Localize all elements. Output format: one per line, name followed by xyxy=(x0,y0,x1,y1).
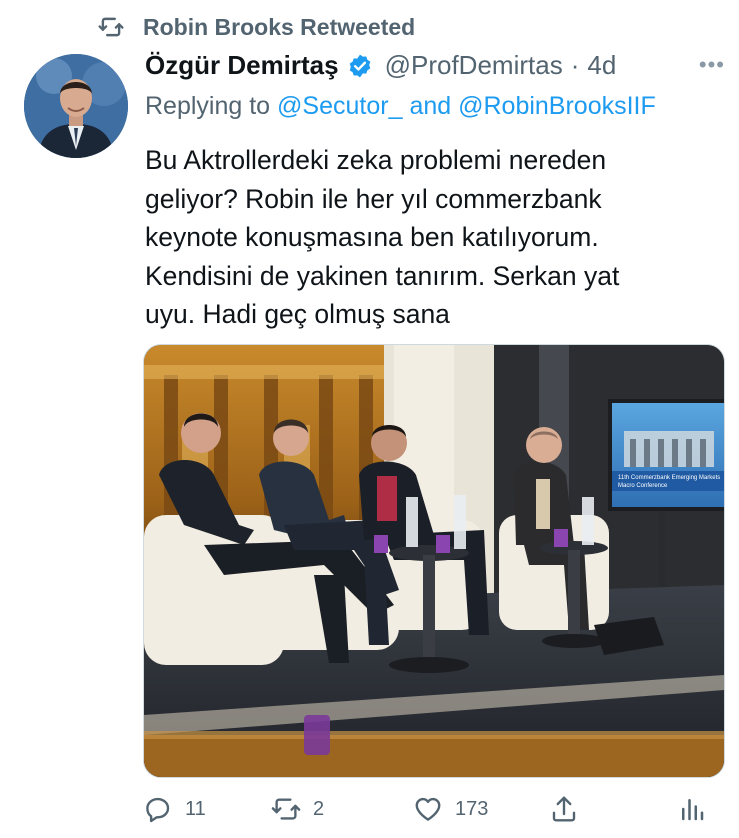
reply-button[interactable]: 11 xyxy=(143,789,206,829)
tweet-text-line: uyu. Hadi geç olmuş sana xyxy=(145,299,450,329)
tweet-text: Bu Aktrollerdeki zeka problemi nereden g… xyxy=(145,141,705,334)
tweet-text-line: keynote konuşmasına ben katılıyorum. xyxy=(145,222,599,252)
separator-dot: · xyxy=(570,50,580,80)
replying-user-link[interactable]: @Secutor_ xyxy=(277,92,402,120)
share-icon xyxy=(552,796,576,822)
retweet-icon xyxy=(98,17,124,37)
screen-title: 11th Commerzbank Emerging Markets xyxy=(618,475,720,481)
reply-icon xyxy=(146,797,170,823)
tweet-actions: 11 2 173 xyxy=(143,789,713,829)
analytics-icon xyxy=(682,799,704,821)
like-button[interactable]: 173 xyxy=(413,789,488,829)
retweet-button[interactable]: 2 xyxy=(271,789,324,829)
tweet-text-line: Bu Aktrollerdeki zeka problemi nereden xyxy=(145,145,607,175)
avatar-photo xyxy=(24,54,128,158)
like-count: 173 xyxy=(455,797,489,820)
retweet-label[interactable]: Robin Brooks Retweeted xyxy=(143,14,415,41)
author-handle[interactable]: @ProfDemirtas xyxy=(385,50,563,81)
retweet-count: 2 xyxy=(313,797,325,820)
conference-photo: 11th Commerzbank Emerging Markets Macro … xyxy=(144,345,724,777)
avatar[interactable] xyxy=(24,54,128,158)
retweet-icon xyxy=(271,798,301,820)
tweet-text-line: Kendisini de yakinen tanırım. Serkan yat xyxy=(145,260,620,291)
tweet-photo[interactable]: 11th Commerzbank Emerging Markets Macro … xyxy=(143,344,725,778)
reply-count: 11 xyxy=(185,797,206,820)
retweet-context[interactable]: Robin Brooks Retweeted xyxy=(95,10,415,44)
tweet-time[interactable]: 4d xyxy=(587,50,616,81)
tweet-header: Özgür Demirtaş @ProfDemirtas · 4d ••• xyxy=(145,50,725,81)
analytics-button[interactable] xyxy=(677,789,707,829)
share-button[interactable] xyxy=(549,789,579,829)
replying-user-link[interactable]: @RobinBrooksIIF xyxy=(458,92,656,120)
replying-prefix: Replying to xyxy=(145,92,271,120)
like-icon xyxy=(415,797,441,821)
replying-and: and xyxy=(409,92,452,120)
screen-subtitle: Macro Conference xyxy=(618,483,668,489)
tweet-text-line: geliyor? Robin ile her yıl commerzbank xyxy=(145,183,602,214)
verified-badge-icon xyxy=(349,54,370,77)
author-name[interactable]: Özgür Demirtaş xyxy=(145,50,339,81)
replying-to: Replying to @Secutor_ and @RobinBrooksII… xyxy=(145,92,656,121)
more-icon[interactable]: ••• xyxy=(699,52,725,78)
